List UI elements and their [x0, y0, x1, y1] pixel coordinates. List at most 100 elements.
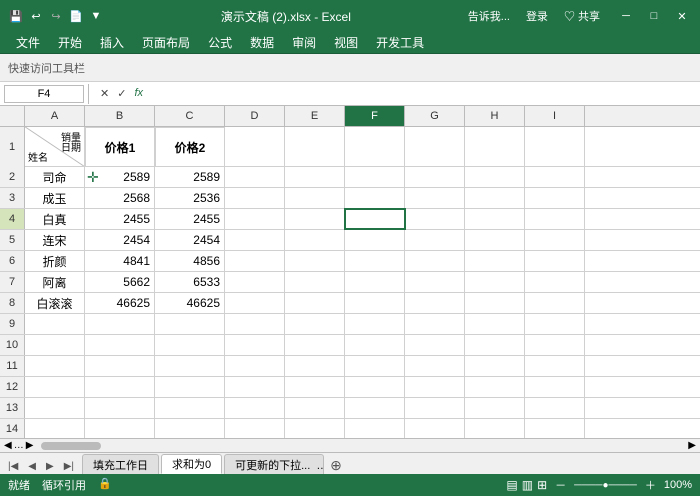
row-num-13[interactable]: 13	[0, 398, 25, 418]
sheet-tab-sum-zero[interactable]: 求和为0	[161, 454, 222, 474]
tell-me[interactable]: 告诉我...	[468, 8, 510, 24]
col-header-i[interactable]: I	[525, 106, 585, 126]
cell-10g[interactable]	[405, 335, 465, 355]
name-box[interactable]: F4	[4, 85, 84, 103]
menu-insert[interactable]: 插入	[92, 32, 132, 53]
cell-10a[interactable]	[25, 335, 85, 355]
tab-prev-btn[interactable]: ◀	[24, 459, 40, 474]
col-header-c[interactable]: C	[155, 106, 225, 126]
cell-6i[interactable]	[525, 251, 585, 271]
tab-first-btn[interactable]: |◀	[4, 459, 22, 474]
menu-home[interactable]: 开始	[50, 32, 90, 53]
cell-4c[interactable]: 2455	[155, 209, 225, 229]
cell-10i[interactable]	[525, 335, 585, 355]
cell-3b[interactable]: 2568	[85, 188, 155, 208]
cell-6g[interactable]	[405, 251, 465, 271]
zoom-level[interactable]: 100%	[664, 479, 692, 491]
sheet-tab-updatable-dropdown[interactable]: 可更新的下拉... …	[224, 454, 324, 474]
add-sheet-btn[interactable]: ⊕	[330, 457, 342, 474]
cell-5h[interactable]	[465, 230, 525, 250]
header-price1[interactable]: 价格1	[85, 127, 155, 167]
diagonal-header-cell[interactable]: 销量 日期 姓名	[25, 127, 85, 167]
cell-5e[interactable]	[285, 230, 345, 250]
cell-9a[interactable]	[25, 314, 85, 334]
page-layout-icon[interactable]: ▥	[522, 478, 533, 492]
cell-8b[interactable]: 46625	[85, 293, 155, 313]
cell-8e[interactable]	[285, 293, 345, 313]
scroll-left-btn[interactable]: ◀	[4, 440, 12, 451]
cell-10f[interactable]	[345, 335, 405, 355]
share-btn[interactable]: ♡ 共享	[564, 8, 600, 24]
cell-4f[interactable]	[345, 209, 405, 229]
cell-1i[interactable]	[525, 127, 585, 167]
cell-2h[interactable]	[465, 167, 525, 187]
menu-review[interactable]: 审阅	[284, 32, 324, 53]
cell-9b[interactable]	[85, 314, 155, 334]
cell-5a[interactable]: 连宋	[25, 230, 85, 250]
page-break-icon[interactable]: ⊞	[537, 478, 547, 492]
scroll-right-end[interactable]: ▶	[684, 440, 700, 451]
row-num-8[interactable]: 8	[0, 293, 25, 313]
menu-data[interactable]: 数据	[242, 32, 282, 53]
cell-8a[interactable]: 白滚滚	[25, 293, 85, 313]
cancel-icon[interactable]: ✕	[97, 86, 112, 101]
col-header-f[interactable]: F	[345, 106, 405, 126]
customize-dropdown-icon[interactable]: ▼	[88, 8, 104, 24]
cell-2i[interactable]	[525, 167, 585, 187]
formula-input[interactable]	[150, 85, 696, 103]
cell-3i[interactable]	[525, 188, 585, 208]
redo-icon[interactable]: ↪	[48, 8, 64, 24]
cell-5i[interactable]	[525, 230, 585, 250]
horizontal-scrollbar[interactable]: ◀ … ▶ ▶	[0, 438, 700, 452]
zoom-plus-btn[interactable]: ＋	[645, 477, 656, 493]
menu-developer[interactable]: 开发工具	[368, 32, 432, 53]
zoom-minus-btn[interactable]: －	[555, 477, 566, 493]
cell-8g[interactable]	[405, 293, 465, 313]
cell-3c[interactable]: 2536	[155, 188, 225, 208]
cell-6d[interactable]	[225, 251, 285, 271]
row-num-14[interactable]: 14	[0, 419, 25, 438]
cell-7f[interactable]	[345, 272, 405, 292]
cell-10h[interactable]	[465, 335, 525, 355]
cell-4d[interactable]	[225, 209, 285, 229]
cell-9c[interactable]	[155, 314, 225, 334]
cell-7d[interactable]	[225, 272, 285, 292]
row-num-5[interactable]: 5	[0, 230, 25, 250]
tab-last-btn[interactable]: ▶|	[60, 459, 78, 474]
row-num-9[interactable]: 9	[0, 314, 25, 334]
cell-2a[interactable]: 司命	[25, 167, 85, 187]
cell-2c[interactable]: 2589	[155, 167, 225, 187]
cell-3g[interactable]	[405, 188, 465, 208]
cell-5b[interactable]: 2454	[85, 230, 155, 250]
cell-3e[interactable]	[285, 188, 345, 208]
cell-9f[interactable]	[345, 314, 405, 334]
cell-5g[interactable]	[405, 230, 465, 250]
cell-3a[interactable]: 成玉	[25, 188, 85, 208]
cell-7b[interactable]: 5662	[85, 272, 155, 292]
zoom-slider[interactable]: ────●────	[574, 480, 637, 491]
menu-file[interactable]: 文件	[8, 32, 48, 53]
cell-7g[interactable]	[405, 272, 465, 292]
cell-7a[interactable]: 阿离	[25, 272, 85, 292]
row-num-12[interactable]: 12	[0, 377, 25, 397]
cell-7i[interactable]	[525, 272, 585, 292]
cell-7e[interactable]	[285, 272, 345, 292]
cell-8i[interactable]	[525, 293, 585, 313]
cell-2b[interactable]: ✛2589	[85, 167, 155, 187]
col-header-h[interactable]: H	[465, 106, 525, 126]
cell-3d[interactable]	[225, 188, 285, 208]
cell-4i[interactable]	[525, 209, 585, 229]
menu-view[interactable]: 视图	[326, 32, 366, 53]
fx-icon[interactable]: fx	[131, 86, 146, 101]
col-header-a[interactable]: A	[25, 106, 85, 126]
cell-7h[interactable]	[465, 272, 525, 292]
cell-2d[interactable]	[225, 167, 285, 187]
row-num-10[interactable]: 10	[0, 335, 25, 355]
save-icon[interactable]: 💾	[8, 8, 24, 24]
scroll-right-btn[interactable]: ▶	[26, 440, 34, 451]
cell-8d[interactable]	[225, 293, 285, 313]
cell-9i[interactable]	[525, 314, 585, 334]
cell-6a[interactable]: 折颜	[25, 251, 85, 271]
cell-1f[interactable]	[345, 127, 405, 167]
cell-7c[interactable]: 6533	[155, 272, 225, 292]
